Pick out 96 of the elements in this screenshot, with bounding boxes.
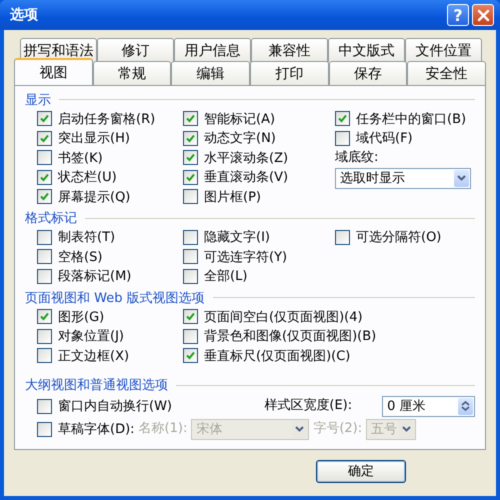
tab[interactable]: 安全性 bbox=[407, 61, 486, 85]
checkbox[interactable] bbox=[37, 230, 52, 245]
check-icon bbox=[40, 192, 49, 202]
checkbox-label: 书签(K) bbox=[58, 150, 103, 167]
checkbox[interactable] bbox=[37, 111, 52, 126]
checkbox[interactable] bbox=[37, 309, 52, 324]
dropdown[interactable]: 选取时显示 bbox=[335, 168, 471, 188]
chevron-down-icon bbox=[454, 170, 469, 186]
section-title: 显示 bbox=[25, 92, 51, 108]
field-label: 域底纹: bbox=[335, 149, 380, 167]
field-label: 字号(2): bbox=[313, 420, 362, 438]
checkbox-label: 正文边框(X) bbox=[58, 348, 130, 365]
tab[interactable]: 打印 bbox=[250, 61, 329, 85]
checkbox-label: 水平滚动条(Z) bbox=[204, 150, 288, 167]
check-icon bbox=[40, 134, 49, 143]
checkbox[interactable] bbox=[183, 249, 198, 264]
window-title: 选项 bbox=[10, 6, 39, 24]
tab[interactable]: 保存 bbox=[328, 61, 408, 85]
close-icon bbox=[476, 8, 490, 22]
checkbox-label: 隐藏文字(I) bbox=[204, 229, 270, 246]
check-icon bbox=[186, 351, 195, 360]
tab[interactable]: 编辑 bbox=[171, 61, 250, 85]
field-label: 名称(1): bbox=[138, 420, 188, 438]
checkbox[interactable] bbox=[335, 130, 350, 146]
check-icon bbox=[186, 172, 195, 182]
tab[interactable]: 视图 bbox=[14, 58, 93, 85]
checkbox-label: 窗口内自动换行(W) bbox=[58, 398, 172, 415]
checkbox[interactable] bbox=[183, 348, 198, 364]
spinner-field[interactable]: 0 厘米 bbox=[382, 396, 475, 416]
checkbox-label: 可选连字符(Y) bbox=[204, 248, 288, 266]
checkbox[interactable] bbox=[37, 422, 52, 436]
checkbox-label: 启动任务窗格(R) bbox=[58, 110, 156, 128]
checkbox[interactable] bbox=[37, 328, 52, 344]
checkbox-label: 段落标记(M) bbox=[58, 268, 132, 286]
checkbox[interactable] bbox=[37, 189, 52, 204]
section-title: 格式标记 bbox=[25, 210, 77, 227]
chevron-down-icon bbox=[292, 420, 308, 438]
ok-button[interactable]: 确定 bbox=[316, 460, 406, 482]
check-icon bbox=[186, 153, 195, 162]
checkbox[interactable] bbox=[37, 170, 52, 185]
check-icon bbox=[186, 134, 195, 143]
checkbox[interactable] bbox=[183, 150, 198, 166]
checkbox-label: 背景色和图像(仅页面视图)(B) bbox=[204, 328, 376, 346]
checkbox[interactable] bbox=[335, 111, 350, 126]
tab[interactable]: 常规 bbox=[92, 61, 172, 85]
checkbox-label: 智能标记(A) bbox=[204, 110, 276, 128]
checkbox[interactable] bbox=[183, 268, 198, 284]
up-down-icon bbox=[458, 398, 473, 414]
chevron-down-icon bbox=[399, 420, 414, 438]
check-icon bbox=[186, 312, 195, 322]
checkbox-label: 图片框(P) bbox=[204, 188, 261, 206]
checkbox-label: 草稿字体(D): bbox=[58, 421, 135, 438]
tab[interactable]: 文件位置 bbox=[405, 38, 482, 62]
checkbox-label: 垂直标尺(仅页面视图)(C) bbox=[204, 348, 350, 365]
check-icon bbox=[40, 114, 49, 124]
checkbox-label: 全部(L) bbox=[204, 268, 248, 286]
checkbox-label: 对象位置(J) bbox=[58, 328, 124, 346]
tab[interactable]: 兼容性 bbox=[251, 38, 328, 62]
checkbox-label: 页面间空白(仅页面视图)(4) bbox=[204, 308, 363, 326]
checkbox[interactable] bbox=[37, 249, 52, 264]
checkbox[interactable] bbox=[183, 111, 198, 126]
checkbox-label: 垂直滚动条(V) bbox=[204, 169, 288, 186]
section-title: 大纲视图和普通视图选项 bbox=[25, 376, 168, 394]
checkbox-label: 动态文字(N) bbox=[204, 130, 276, 148]
check-icon bbox=[186, 114, 195, 124]
checkbox-label: 制表符(T) bbox=[58, 229, 116, 246]
checkbox[interactable] bbox=[183, 230, 198, 245]
checkbox[interactable] bbox=[183, 130, 198, 146]
checkbox[interactable] bbox=[183, 309, 198, 324]
help-button[interactable]: ? bbox=[447, 4, 469, 26]
checkbox-label: 图形(G) bbox=[58, 308, 104, 326]
check-icon bbox=[338, 114, 347, 124]
check-icon bbox=[40, 312, 49, 322]
close-button[interactable] bbox=[472, 4, 494, 26]
checkbox-label: 域代码(F) bbox=[356, 130, 413, 148]
section-title: 页面视图和 Web 版式视图选项 bbox=[25, 290, 205, 306]
tab[interactable]: 中文版式 bbox=[328, 38, 405, 62]
checkbox[interactable] bbox=[37, 268, 52, 284]
checkbox-label: 空格(S) bbox=[58, 248, 102, 266]
checkbox-label: 屏幕提示(Q) bbox=[58, 188, 130, 206]
checkbox[interactable] bbox=[37, 348, 52, 364]
checkbox-label: 任务栏中的窗口(B) bbox=[356, 110, 466, 128]
checkbox[interactable] bbox=[37, 150, 52, 166]
tab[interactable]: 用户信息 bbox=[174, 38, 251, 62]
field-label: 样式区宽度(E): bbox=[264, 397, 352, 416]
checkbox[interactable] bbox=[335, 230, 350, 245]
checkbox[interactable] bbox=[183, 170, 198, 185]
checkbox[interactable] bbox=[37, 398, 52, 414]
tab[interactable]: 修订 bbox=[97, 38, 174, 62]
checkbox-label: 状态栏(U) bbox=[58, 169, 117, 186]
checkbox-label: 可选分隔符(O) bbox=[356, 229, 442, 246]
check-icon bbox=[40, 172, 49, 182]
checkbox[interactable] bbox=[37, 130, 52, 146]
checkbox[interactable] bbox=[183, 189, 198, 204]
checkbox-label: 突出显示(H) bbox=[58, 130, 130, 148]
checkbox[interactable] bbox=[183, 328, 198, 344]
